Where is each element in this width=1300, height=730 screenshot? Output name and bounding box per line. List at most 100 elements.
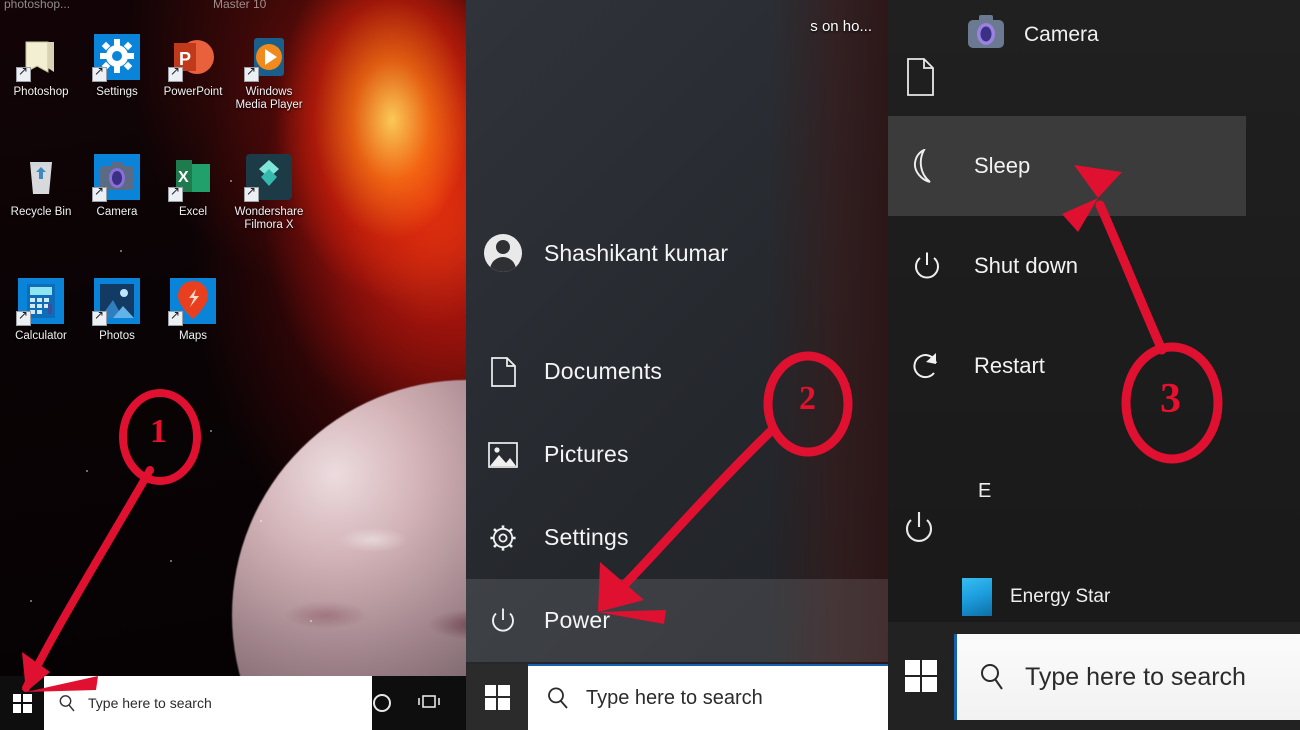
desktop-icon-grid: Photoshop bbox=[0, 34, 310, 343]
restart-icon bbox=[910, 349, 944, 383]
start-button[interactable] bbox=[0, 676, 44, 730]
gear-icon bbox=[488, 523, 518, 553]
cropped-label-master: Master 10 bbox=[213, 0, 267, 11]
desktop-icon-camera[interactable]: Camera bbox=[82, 154, 152, 232]
cropped-label-photoshop: photoshop... bbox=[4, 0, 71, 11]
desktop-icon-label: Wondershare Filmora X bbox=[234, 206, 304, 231]
taskbar-tray bbox=[372, 693, 466, 713]
task-view-icon[interactable] bbox=[418, 694, 440, 712]
desktop-icon-excel[interactable]: X Excel bbox=[158, 154, 228, 232]
document-icon bbox=[906, 58, 934, 101]
app-label: Energy Star bbox=[1010, 586, 1111, 607]
start-button[interactable] bbox=[466, 664, 528, 730]
cropped-top-labels: photoshop... Master 10 bbox=[0, 0, 466, 19]
start-button[interactable] bbox=[888, 622, 954, 730]
user-name: Shashikant kumar bbox=[544, 239, 729, 266]
desktop-icon-label: Excel bbox=[178, 206, 208, 218]
power-icon[interactable] bbox=[902, 510, 936, 553]
desktop-icon-label: Maps bbox=[178, 330, 208, 342]
shortcut-overlay-icon bbox=[168, 64, 183, 82]
start-menu-item-settings[interactable]: Settings bbox=[466, 496, 888, 579]
power-option-label: Shut down bbox=[974, 253, 1078, 278]
screenshot-stage: photoshop... Master 10 Photoshop bbox=[0, 0, 1300, 730]
windows-logo-icon bbox=[905, 660, 937, 692]
desktop-icon-recycle-bin[interactable]: Recycle Bin bbox=[6, 154, 76, 232]
moon-icon bbox=[910, 149, 944, 183]
menu-item-label: Power bbox=[544, 607, 611, 633]
gear-icon bbox=[92, 34, 140, 82]
calculator-icon bbox=[16, 278, 64, 326]
maps-icon bbox=[168, 278, 216, 326]
excel-icon: X bbox=[168, 154, 216, 202]
power-options-list: Sleep Shut down Restart bbox=[888, 116, 1246, 416]
search-icon bbox=[59, 695, 75, 712]
desktop-icon-photos[interactable]: Photos bbox=[82, 278, 152, 343]
search-placeholder: Type here to search bbox=[88, 695, 212, 711]
cropped-tile-label: s on ho... bbox=[810, 18, 872, 35]
photos-icon bbox=[92, 278, 140, 326]
taskbar-right: Type here to search bbox=[888, 622, 1300, 730]
start-menu-item-documents[interactable]: Documents bbox=[466, 330, 888, 413]
filmora-icon bbox=[244, 154, 292, 202]
start-menu-item-pictures[interactable]: Pictures bbox=[466, 413, 888, 496]
power-option-restart[interactable]: Restart bbox=[888, 316, 1246, 416]
shortcut-overlay-icon bbox=[244, 64, 259, 82]
power-option-label: Sleep bbox=[974, 153, 1031, 178]
desktop-icon-calculator[interactable]: Calculator bbox=[6, 278, 76, 343]
desktop-icon-row: Photoshop bbox=[0, 34, 310, 112]
search-placeholder: Type here to search bbox=[1025, 662, 1246, 691]
power-flyout-panel: Camera Sleep Shut down Restart E Energy … bbox=[888, 0, 1300, 730]
powerpoint-icon: P bbox=[168, 34, 216, 82]
desktop-icon-label: Calculator bbox=[15, 330, 67, 342]
search-input[interactable]: Type here to search bbox=[44, 676, 372, 730]
start-menu-panel: s on ho... Shashikant kumar Documents Pi… bbox=[466, 0, 888, 730]
power-icon bbox=[488, 606, 518, 636]
windows-logo-icon bbox=[12, 693, 32, 713]
desktop-icon-filmora[interactable]: Wondershare Filmora X bbox=[234, 154, 304, 232]
avatar bbox=[484, 234, 522, 272]
energy-star-icon bbox=[962, 578, 992, 616]
desktop-icon-label: Camera bbox=[96, 206, 138, 218]
desktop-icon-label: Windows Media Player bbox=[235, 86, 303, 111]
desktop-icon-label: PowerPoint bbox=[163, 86, 223, 98]
start-menu-list: Documents Pictures Settings Power bbox=[466, 330, 888, 662]
desktop-icon-windows-media-player[interactable]: Windows Media Player bbox=[234, 34, 304, 112]
photoshop-folder-icon bbox=[16, 34, 64, 82]
search-input[interactable]: Type here to search bbox=[954, 634, 1300, 720]
taskbar-left: Type here to search bbox=[0, 676, 466, 730]
menu-item-label: Pictures bbox=[544, 441, 629, 467]
menu-item-label: Documents bbox=[544, 358, 663, 384]
desktop-icon-label: Photoshop bbox=[13, 86, 69, 98]
cortana-icon[interactable] bbox=[372, 693, 392, 713]
shortcut-overlay-icon bbox=[16, 64, 31, 82]
start-menu-item-power[interactable]: Power bbox=[466, 579, 888, 662]
start-menu-user[interactable]: Shashikant kumar bbox=[466, 205, 888, 301]
windows-logo-icon bbox=[484, 684, 510, 710]
search-icon bbox=[981, 664, 1003, 690]
desktop-icon-maps[interactable]: Maps bbox=[158, 278, 228, 343]
desktop-icon-row: Calculator Photos bbox=[0, 278, 310, 343]
desktop-icon-label: Settings bbox=[96, 86, 138, 98]
picture-icon bbox=[488, 440, 518, 470]
desktop-icon-label: Recycle Bin bbox=[10, 206, 72, 218]
desktop-icon-powerpoint[interactable]: P PowerPoint bbox=[158, 34, 228, 112]
power-option-shut-down[interactable]: Shut down bbox=[888, 216, 1246, 316]
app-list-item-camera[interactable]: Camera bbox=[966, 14, 1099, 55]
app-list-letter-header[interactable]: E bbox=[978, 480, 991, 503]
search-input[interactable]: Type here to search bbox=[528, 664, 888, 730]
desktop-icon-photoshop[interactable]: Photoshop bbox=[6, 34, 76, 112]
shortcut-overlay-icon bbox=[168, 308, 183, 326]
camera-icon bbox=[966, 14, 1006, 55]
shortcut-overlay-icon bbox=[244, 184, 259, 202]
app-list-item-energy-star[interactable]: Energy Star bbox=[962, 578, 1110, 616]
desktop-icon-settings[interactable]: Settings bbox=[82, 34, 152, 112]
power-icon bbox=[910, 249, 944, 283]
search-placeholder: Type here to search bbox=[586, 686, 763, 709]
desktop-panel: photoshop... Master 10 Photoshop bbox=[0, 0, 466, 730]
camera-icon bbox=[92, 154, 140, 202]
shortcut-overlay-icon bbox=[92, 308, 107, 326]
shortcut-overlay-icon bbox=[92, 64, 107, 82]
power-option-sleep[interactable]: Sleep bbox=[888, 116, 1246, 216]
taskbar-mid: Type here to search bbox=[466, 664, 888, 730]
document-icon bbox=[488, 356, 518, 387]
